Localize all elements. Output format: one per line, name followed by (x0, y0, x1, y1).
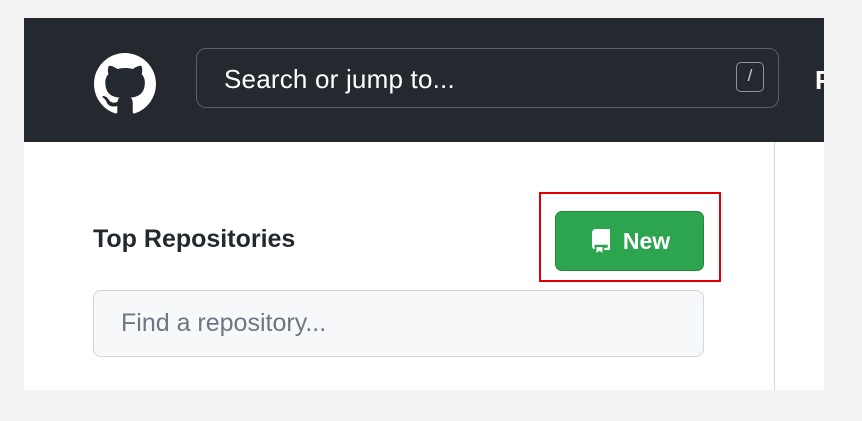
top-navigation-bar: Search or jump to... / P (24, 18, 824, 142)
global-search-box[interactable]: Search or jump to... / (196, 48, 779, 108)
github-logo-icon[interactable] (90, 53, 160, 115)
nav-item-truncated[interactable]: P (815, 65, 824, 96)
repo-icon (589, 228, 613, 254)
search-placeholder: Search or jump to... (224, 64, 455, 94)
new-button-label: New (622, 227, 671, 254)
new-repository-button[interactable]: New (555, 211, 704, 271)
github-window: Search or jump to... / P Top Repositorie… (24, 18, 824, 390)
column-divider (774, 142, 775, 390)
top-repositories-heading: Top Repositories (93, 225, 296, 253)
find-repository-input[interactable] (93, 290, 704, 357)
slash-shortcut-key: / (736, 62, 764, 92)
